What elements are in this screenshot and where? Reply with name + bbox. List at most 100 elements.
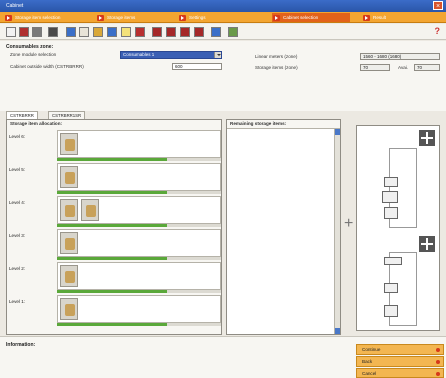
arrow-icon: [436, 348, 440, 352]
storage-item-icon[interactable]: [81, 199, 99, 221]
arrow-icon: [179, 14, 186, 21]
tab-cabinet-2[interactable]: CSTRBRR1SR: [48, 111, 86, 119]
level-label: Level 6:: [9, 134, 26, 139]
level-drop-zone[interactable]: [57, 196, 221, 224]
width-label: Cabinet outside width (CSTRBRRR): [10, 64, 84, 69]
tab-label: Settings: [189, 15, 206, 20]
close-icon[interactable]: ×: [433, 1, 443, 10]
remaining-panel: Remaining storage items:: [226, 119, 341, 335]
tab-storage-item-selection[interactable]: Storage item selection: [4, 13, 90, 22]
level-row: Level 1:: [7, 295, 222, 326]
storage-item-icon[interactable]: [60, 265, 78, 287]
chevron-down-icon[interactable]: [214, 52, 221, 58]
linear-meters-value: 1560 - 1680 (1680): [360, 53, 440, 60]
information-label: Information:: [6, 342, 36, 348]
zone-select[interactable]: Consumables 1: [120, 51, 222, 59]
storage-item-icon[interactable]: [60, 133, 78, 155]
continue-button[interactable]: Continue: [356, 344, 444, 355]
drawer-icon[interactable]: [121, 27, 131, 37]
zone-select-value: Consumables 1: [123, 52, 155, 57]
level-fill: [57, 158, 167, 161]
remaining-list[interactable]: [227, 128, 340, 334]
level-drop-zone[interactable]: [57, 229, 221, 257]
tool-4-icon[interactable]: [194, 27, 204, 37]
cabinet-yellow-icon[interactable]: [93, 27, 103, 37]
cabinet-add-icon[interactable]: [419, 236, 435, 252]
tab-label: Result: [373, 15, 387, 20]
cabinet-add-icon[interactable]: [419, 130, 435, 146]
new-icon[interactable]: [6, 27, 16, 37]
toolbar: ?: [0, 24, 446, 40]
level-fill-bar: [57, 290, 221, 293]
drawer: [384, 207, 398, 219]
delete-icon[interactable]: [19, 27, 29, 37]
main-area: CSTRBRRR CSTRBRR1SR Storage item allocat…: [4, 111, 442, 335]
storage-item-icon[interactable]: [60, 199, 78, 221]
tab-storage-items[interactable]: Storage items: [96, 13, 170, 22]
level-label: Level 3:: [9, 233, 26, 238]
level-fill: [57, 224, 167, 227]
arrow-icon: [436, 360, 440, 364]
tab-cabinet-1[interactable]: CSTRBRRR: [6, 111, 38, 119]
arrow-icon: [363, 14, 370, 21]
level-label: Level 5:: [9, 167, 26, 172]
layout-icon[interactable]: [79, 27, 89, 37]
save-icon[interactable]: [32, 27, 42, 37]
linear-meters-label: Linear meters (zone): [255, 54, 298, 59]
level-fill: [57, 257, 167, 260]
arrow-icon: [436, 372, 440, 376]
drawer: [384, 257, 402, 265]
print-icon[interactable]: [228, 27, 238, 37]
level-row: Level 3:: [7, 229, 222, 260]
tool-3-icon[interactable]: [180, 27, 190, 37]
window-title: Cabinet: [6, 3, 24, 9]
cabinet-blue-icon[interactable]: [107, 27, 117, 37]
monitor-icon[interactable]: [211, 27, 221, 37]
level-fill: [57, 191, 167, 194]
available-label: Avai.: [398, 65, 409, 70]
list-icon[interactable]: [48, 27, 58, 37]
level-fill-bar: [57, 158, 221, 161]
level-fill-bar: [57, 257, 221, 260]
level-drop-zone[interactable]: [57, 130, 221, 158]
cabinet-red-icon[interactable]: [135, 27, 145, 37]
continue-label: Continue: [362, 347, 381, 352]
zone-form: Consumables zone: Zone module selection …: [0, 41, 446, 111]
tool-1-icon[interactable]: [152, 27, 162, 37]
drawer: [384, 177, 398, 187]
tab-settings[interactable]: Settings: [178, 13, 238, 22]
help-icon[interactable]: ?: [435, 26, 441, 36]
storage-item-icon[interactable]: [60, 166, 78, 188]
storage-items-label: Storage items (zone): [255, 65, 298, 70]
back-button[interactable]: Back: [356, 356, 444, 367]
storage-item-icon[interactable]: [60, 298, 78, 320]
section-title: Consumables zone:: [6, 44, 54, 50]
drawer: [384, 283, 398, 293]
arrow-icon: [273, 14, 280, 21]
level-row: Level 2:: [7, 262, 222, 293]
level-drop-zone[interactable]: [57, 295, 221, 323]
width-input[interactable]: 600: [172, 63, 222, 70]
level-label: Level 2:: [9, 266, 26, 271]
tab-result[interactable]: Result: [362, 13, 422, 22]
storage-item-icon[interactable]: [60, 232, 78, 254]
wizard-tab-bar: Storage item selection Storage items Set…: [0, 12, 446, 23]
level-drop-zone[interactable]: [57, 262, 221, 290]
plus-icon[interactable]: +: [344, 215, 353, 233]
tab-label: Cabinet selection: [283, 15, 319, 20]
cancel-button[interactable]: Cancel: [356, 368, 444, 378]
arrow-icon: [5, 14, 12, 21]
grid-icon[interactable]: [66, 27, 76, 37]
level-drop-zone[interactable]: [57, 163, 221, 191]
scroll-down-icon[interactable]: [335, 328, 340, 334]
available-value: 70: [414, 64, 440, 71]
level-row: Level 5:: [7, 163, 222, 194]
level-fill: [57, 323, 167, 326]
tool-2-icon[interactable]: [166, 27, 176, 37]
tab-cabinet-selection[interactable]: Cabinet selection: [272, 13, 350, 22]
scroll-up-icon[interactable]: [335, 129, 340, 135]
zone-label: Zone module selection: [10, 52, 57, 57]
cabinet-preview: [356, 125, 440, 331]
scrollbar[interactable]: [334, 129, 340, 334]
cancel-label: Cancel: [362, 371, 377, 376]
